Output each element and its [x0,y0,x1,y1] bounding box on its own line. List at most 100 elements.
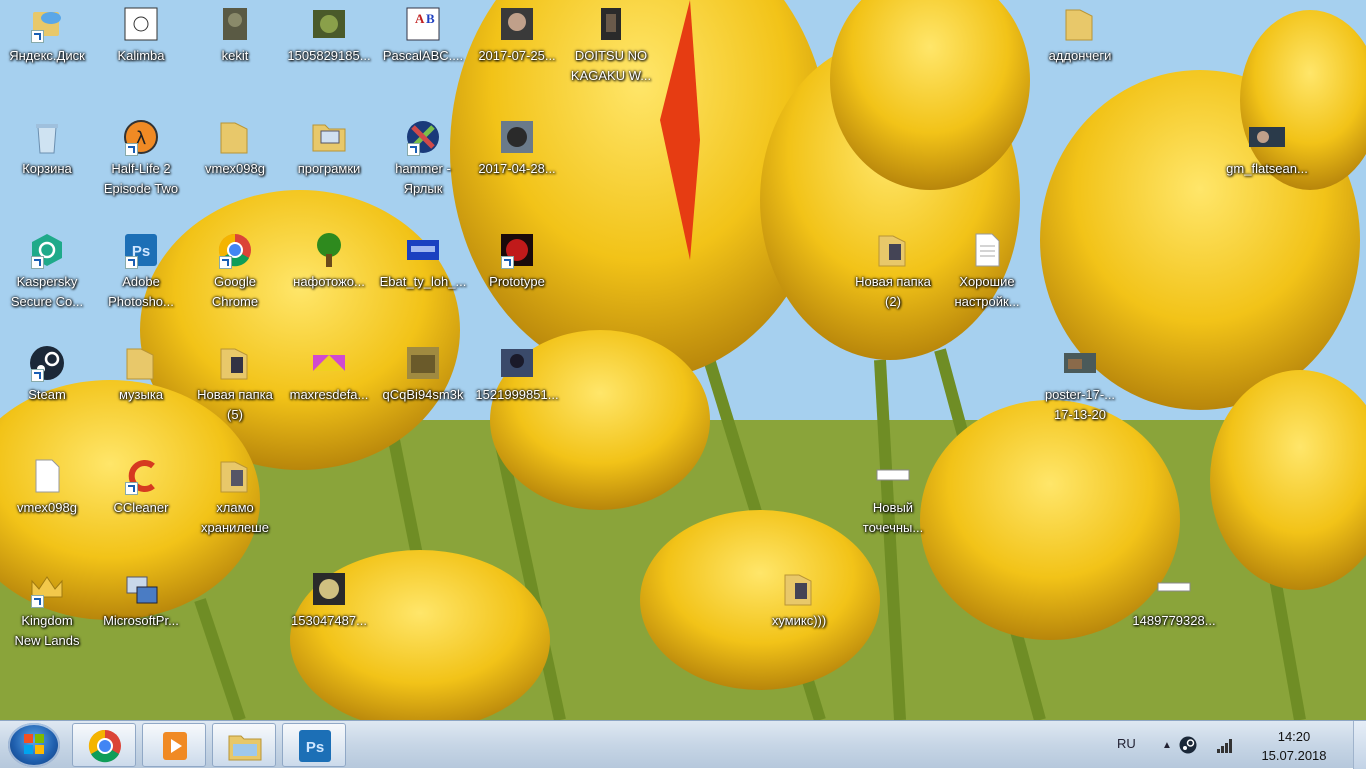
show-hidden-icons-icon[interactable]: ▲ [1162,740,1172,751]
desktop-icon-vmex098g-file[interactable]: vmex098g [0,452,94,552]
desktop-icon-image-1505829185[interactable]: 1505829185... [282,0,376,100]
svg-text:Ps: Ps [306,739,324,756]
folder-icon [220,348,248,380]
folder-icon [220,122,248,154]
desktop-icon-new-folder-2[interactable]: Новая папка (2) [846,226,940,326]
icon-label: PascalABC.... [382,48,464,63]
shortcut-arrow-icon [31,369,44,382]
clock[interactable]: 14:20 15.07.2018 [1244,727,1344,765]
desktop-icon-bitmap-1489779328[interactable]: 1489779328... [1127,565,1221,665]
image-thumbnail-icon [313,355,345,371]
desktop-icon-addonchegi[interactable]: аддончеги [1033,0,1127,100]
network-signal-icon[interactable] [1216,737,1234,753]
icon-label: музыка [118,387,164,402]
show-desktop-button[interactable] [1353,721,1366,769]
desktop-icon-microsoft-program[interactable]: MicrosoftPr... [94,565,188,665]
windows-start-icon [24,734,44,754]
image-thumbnail-icon [407,240,439,260]
taskbar-explorer-button[interactable] [212,723,276,767]
desktop-icon-good-settings[interactable]: Хорошие настройк... [940,226,1034,326]
desktop-icon-qcqbi94sm3k[interactable]: qCqBi94sm3k [376,339,470,439]
tree-image-icon [317,233,341,267]
desktop-icon-kekit[interactable]: kekit [188,0,282,100]
desktop-icon-poster[interactable]: poster-17-... 17-13-20 [1033,339,1127,439]
icon-label: Kaspersky Secure Co... [10,274,84,309]
icon-label: vmex098g [205,161,265,176]
desktop-icon-gm-flatsean[interactable]: gm_flatsean... [1220,113,1314,213]
kalimba-icon [124,7,158,41]
icon-label: нафотожо... [293,274,365,289]
desktop-icon-image-153047487[interactable]: 153047487... [282,565,376,665]
system-tray: RU ▲ 14:20 15.07.2018 [1106,721,1366,769]
desktop-icon-ebat-ty-loh[interactable]: Ebat_ty_loh_... [376,226,470,326]
icon-label: Новая папка (5) [197,387,273,422]
desktop-icon-hammer[interactable]: hammer - Ярлык [376,113,470,213]
desktop-icon-half-life-2[interactable]: λ Half-Life 2 Episode Two [94,113,188,213]
kekit-image-icon [223,8,247,40]
folder-icon [220,461,248,493]
icon-label: Kalimba [117,48,165,63]
desktop-icon-image-2017-07-25[interactable]: 2017-07-25... [470,0,564,100]
shortcut-arrow-icon [125,482,138,495]
microsoft-program-icon [126,576,158,604]
desktop-icon-kingdom[interactable]: Kingdom New Lands [0,565,94,665]
desktop-icon-hlamo-folder[interactable]: хламо хранилеше [188,452,282,552]
desktop-icon-kaspersky[interactable]: Kaspersky Secure Co... [0,226,94,326]
desktop-icon-pascalabc[interactable]: AB PascalABC.... [376,0,470,100]
taskbar: Ps RU ▲ 14:20 15.07.2018 [0,720,1366,769]
image-thumbnail-icon [313,573,345,605]
desktop-icon-yandex-disk[interactable]: Яндекс.Диск [0,0,94,100]
desktop-icon-nafotozho[interactable]: нафотожо... [282,226,376,326]
icon-label: Steam [28,387,66,402]
icon-label: 2017-07-25... [478,48,556,63]
desktop-icon-vmex098g-folder[interactable]: vmex098g [188,113,282,213]
icon-label: Новая папка (2) [855,274,931,309]
desktop-icon-google-chrome[interactable]: Google Chrome [188,226,282,326]
image-thumbnail-icon [1249,127,1285,147]
desktop-icon-programki[interactable]: програмки [282,113,376,213]
desktop-icon-photoshop[interactable]: Ps Adobe Photosho... [94,226,188,326]
icon-label: gm_flatsean... [1226,161,1308,176]
bitmap-icon [876,469,910,481]
desktop-icon-ccleaner[interactable]: CCleaner [94,452,188,552]
desktop-icon-new-folder-5[interactable]: Новая папка (5) [188,339,282,439]
folder-icon [126,348,154,380]
folder-icon [784,574,812,606]
desktop-icon-prototype[interactable]: Prototype [470,226,564,326]
desktop-icon-kalimba[interactable]: Kalimba [94,0,188,100]
taskbar-photoshop-button[interactable]: Ps [282,723,346,767]
desktop-icon-recycle-bin[interactable]: Корзина [0,113,94,213]
icon-label: Prototype [489,274,545,289]
shortcut-arrow-icon [31,256,44,269]
desktop-icon-humiks-folder[interactable]: хумикс))) [752,565,846,665]
desktop-icon-image-1521999851[interactable]: 1521999851... [470,339,564,439]
taskbar-media-player-button[interactable] [142,723,206,767]
image-thumbnail-icon [313,10,345,38]
desktop[interactable]: Яндекс.Диск Корзина Kaspersky Secure Co.… [0,0,1366,720]
icon-label: Google Chrome [211,274,259,309]
taskbar-chrome-button[interactable] [72,723,136,767]
desktop-icon-new-bitmap[interactable]: Новый точечны... [846,452,940,552]
icon-label: DOITSU NO KAGAKU W... [570,48,652,83]
icon-label: Kingdom New Lands [14,613,80,648]
desktop-icon-music-folder[interactable]: музыка [94,339,188,439]
start-button[interactable] [8,723,60,767]
icon-label: хламо хранилеше [201,500,269,535]
desktop-icon-image-2017-04-28[interactable]: 2017-04-28... [470,113,564,213]
desktop-icon-steam[interactable]: Steam [0,339,94,439]
media-player-icon [163,732,187,760]
language-indicator[interactable]: RU [1117,736,1136,751]
svg-text:A: A [415,11,425,26]
svg-text:B: B [426,11,435,26]
icon-label: hammer - Ярлык [395,161,451,196]
photoshop-icon: Ps [299,730,331,762]
icon-label: 1505829185... [287,48,371,63]
bitmap-icon [1157,582,1191,592]
image-thumbnail-icon [1064,353,1096,373]
icon-label: MicrosoftPr... [103,613,179,628]
shortcut-arrow-icon [31,595,44,608]
desktop-icon-maxresdefault[interactable]: maxresdefa... [282,339,376,439]
desktop-icon-doitsu-no-kagaku[interactable]: DOITSU NO KAGAKU W... [564,0,658,100]
image-thumbnail-icon [501,121,533,153]
steam-icon[interactable] [1179,736,1197,754]
